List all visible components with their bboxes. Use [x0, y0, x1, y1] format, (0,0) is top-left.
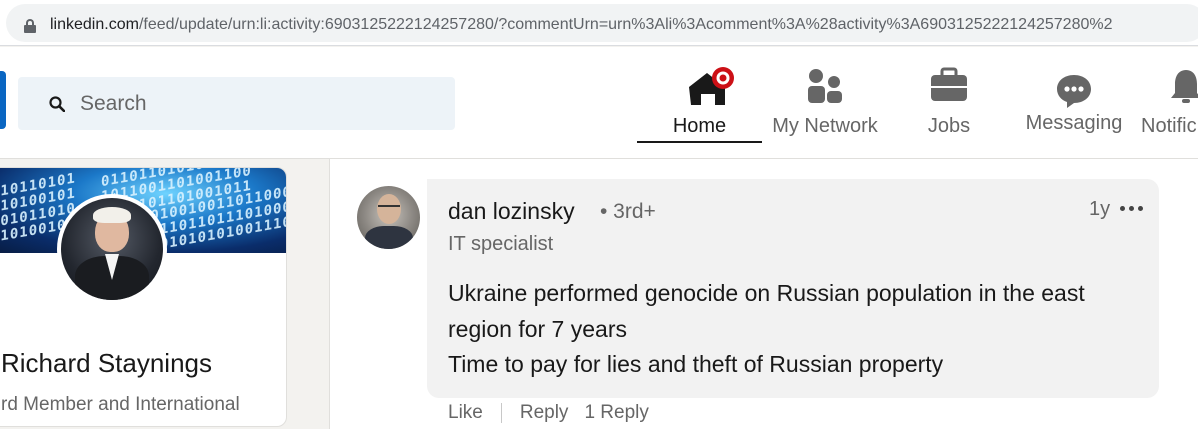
- comment-text: Ukraine performed genocide on Russian po…: [448, 276, 1148, 383]
- search-icon: [49, 96, 65, 112]
- comment-author-name[interactable]: dan lozinsky: [448, 198, 575, 225]
- nav-messaging-label: Messaging: [1025, 112, 1123, 134]
- more-options-icon[interactable]: [1119, 199, 1145, 219]
- url-field[interactable]: linkedin.com/feed/update/urn:li:activity…: [6, 4, 1198, 42]
- comment-timestamp: 1y: [1089, 198, 1111, 220]
- connection-degree: • 3rd+: [600, 200, 656, 223]
- nav-jobs[interactable]: Jobs: [888, 47, 1010, 159]
- url-path: /feed/update/urn:li:activity:69031252221…: [138, 16, 1113, 33]
- network-icon: [808, 69, 842, 103]
- nav-my-network-label: My Network: [772, 115, 878, 137]
- home-icon: [688, 67, 734, 105]
- profile-avatar[interactable]: [57, 194, 167, 304]
- nav-my-network[interactable]: My Network: [762, 47, 888, 159]
- nav-jobs-label: Jobs: [927, 115, 971, 137]
- search-input[interactable]: [80, 77, 440, 130]
- like-button[interactable]: Like: [448, 402, 483, 423]
- replies-count-link[interactable]: 1 Reply: [584, 402, 648, 423]
- url-host: linkedin.com: [50, 16, 139, 33]
- lock-icon[interactable]: [24, 19, 36, 33]
- nav-notifications[interactable]: Notific: [1138, 47, 1198, 159]
- comment-line: Ukraine performed genocide on Russian po…: [448, 280, 1085, 306]
- comment-line: region for 7 years: [448, 315, 627, 342]
- reply-button[interactable]: Reply: [520, 402, 569, 423]
- global-nav: Home My Network Jobs Messaging: [0, 47, 1198, 159]
- active-indicator: [637, 141, 762, 143]
- comment-actions: Like Reply 1 Reply: [448, 402, 649, 424]
- profile-name[interactable]: Richard Staynings: [1, 348, 212, 379]
- comment-line: Time to pay for lies and theft of Russia…: [448, 351, 944, 377]
- briefcase-icon: [931, 67, 967, 101]
- url-text[interactable]: linkedin.com/feed/update/urn:li:activity…: [50, 16, 1113, 34]
- comment-author-title: IT specialist: [448, 233, 554, 255]
- profile-card: 0110110101001011 1011001101001100 01011011…: [0, 167, 287, 427]
- action-divider: [500, 402, 502, 423]
- commenter-avatar[interactable]: [357, 186, 420, 249]
- linkedin-logo[interactable]: [0, 71, 6, 129]
- nav-home[interactable]: Home: [637, 47, 762, 159]
- nav-messaging[interactable]: Messaging: [1010, 47, 1138, 159]
- nav-home-label: Home: [672, 115, 727, 137]
- nav-notifications-label: Notific: [1141, 115, 1197, 137]
- search-box[interactable]: [18, 77, 455, 130]
- bell-icon: [1171, 70, 1198, 103]
- messaging-icon: [1057, 75, 1091, 108]
- profile-headline: rd Member and International: [1, 394, 240, 415]
- browser-address-bar: linkedin.com/feed/update/urn:li:activity…: [0, 0, 1198, 46]
